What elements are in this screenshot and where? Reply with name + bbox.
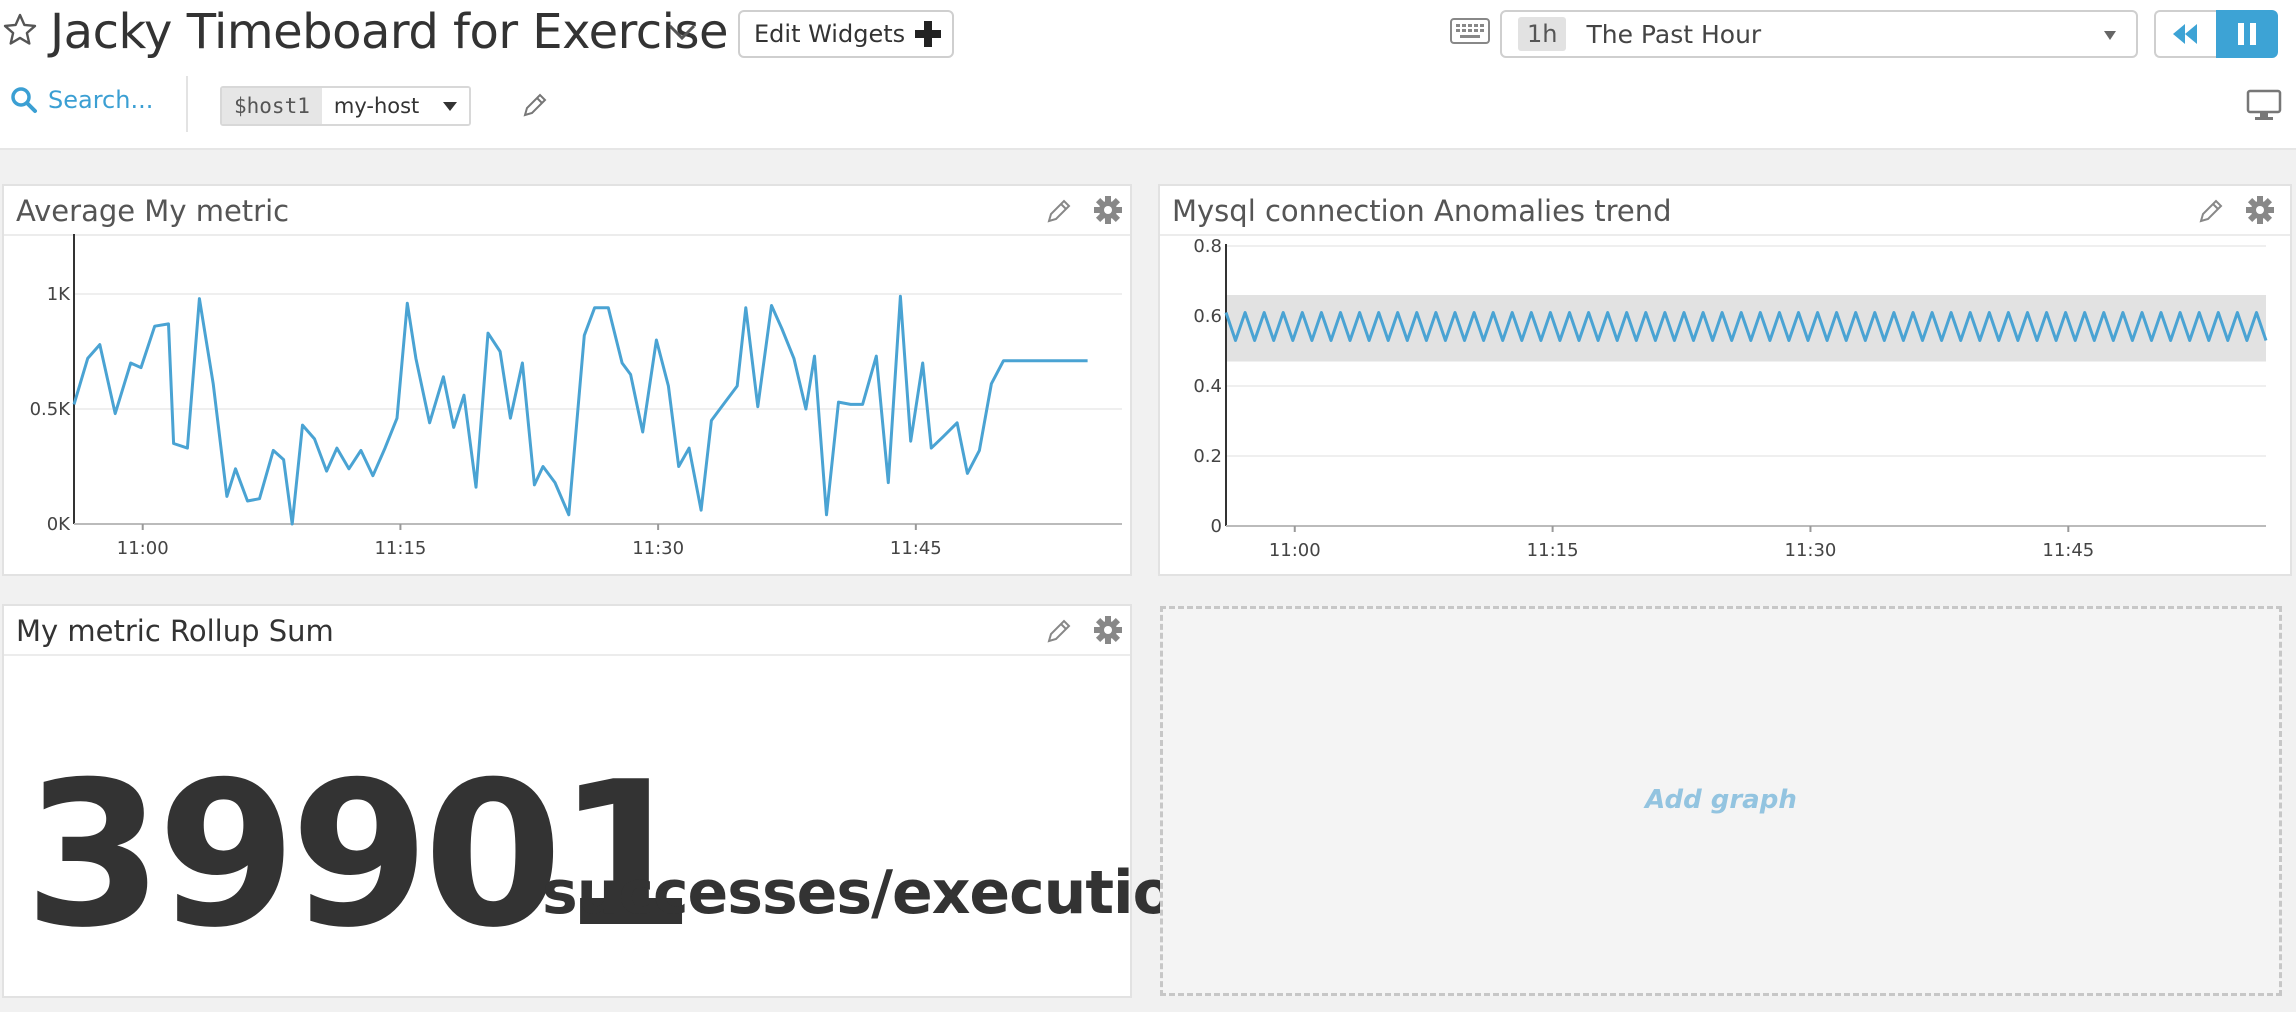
x-tick-label: 11:00	[117, 538, 169, 559]
edit-widgets-button[interactable]: Edit Widgets	[738, 10, 954, 58]
y-tick-label: 0.4	[1193, 376, 1222, 397]
search-icon	[11, 87, 37, 113]
add-graph-placeholder[interactable]: Add graph	[1160, 606, 2282, 996]
series-line	[72, 294, 1088, 526]
search-label: Search...	[48, 86, 154, 114]
y-tick-label: 1K	[47, 284, 71, 305]
widget-average-my-metric: Average My metric 0K 0.5K 1K 11:00 11:15 11:3…	[2, 184, 1132, 576]
y-tick-label: 0.6	[1193, 306, 1222, 327]
rewind-icon	[2173, 24, 2197, 44]
widget-header: My metric Rollup Sum	[4, 606, 1130, 656]
query-value-unit: successes/execution	[542, 858, 1216, 928]
time-range-badge: 1h	[1518, 17, 1567, 51]
chart-svg: 0 0.2 0.4 0.6 0.8 11:00 11:15 11:30 11:45	[1193, 236, 2268, 561]
edit-widgets-label: Edit Widgets	[754, 20, 906, 48]
widget-rollup-sum: My metric Rollup Sum 39901 successes/exe…	[2, 604, 1216, 998]
y-tick-label: 0K	[47, 514, 71, 535]
x-tick-label: 11:45	[2042, 540, 2094, 561]
toolbar-divider	[186, 76, 188, 132]
x-tick-label: 11:00	[1269, 540, 1321, 561]
x-tick-label: 11:45	[890, 538, 942, 559]
dashboard-title: Jacky Timeboard for Exercise	[50, 4, 729, 60]
template-variable: $host1 my-host	[220, 86, 472, 126]
widget-title: My metric Rollup Sum	[16, 614, 334, 648]
y-tick-label: 0.5K	[30, 399, 72, 420]
monitor-icon[interactable]	[2246, 88, 2282, 122]
widget-mysql-anomalies: Mysql connection Anomalies trend 0 0.2 0.4…	[1158, 184, 2292, 576]
rewind-button[interactable]	[2154, 10, 2216, 58]
gear-icon[interactable]	[1092, 614, 1124, 646]
template-variable-value: my-host	[333, 94, 420, 118]
pencil-icon[interactable]	[520, 90, 550, 120]
caret-down-icon	[2104, 31, 2116, 40]
x-tick-label: 11:30	[1785, 540, 1837, 561]
chart-svg: 0K 0.5K 1K 11:00 11:15 11:30 11:45	[30, 234, 1122, 559]
plus-icon	[915, 21, 942, 47]
keyboard-icon[interactable]	[1450, 18, 1490, 44]
y-tick-label: 0	[1211, 516, 1222, 537]
search-button[interactable]: Search...	[10, 86, 153, 114]
time-range-select[interactable]: 1h The Past Hour	[1500, 10, 2138, 58]
y-tick-label: 0.8	[1193, 236, 1222, 257]
star-icon[interactable]	[2, 10, 38, 50]
x-tick-label: 11:15	[1527, 540, 1579, 561]
caret-down-icon	[443, 101, 458, 111]
dashboard-header: Jacky Timeboard for Exercise Edit Widget…	[0, 0, 2296, 150]
y-tick-label: 0.2	[1193, 446, 1222, 467]
pause-button[interactable]	[2216, 10, 2278, 58]
x-tick-label: 11:30	[632, 538, 684, 559]
pause-icon	[2238, 23, 2256, 45]
template-variable-name: $host1	[222, 88, 322, 124]
x-tick-label: 11:15	[374, 538, 426, 559]
template-variable-select[interactable]: my-host	[321, 88, 470, 124]
time-range-label: The Past Hour	[1586, 19, 1762, 49]
chevron-down-icon[interactable]	[666, 18, 698, 46]
add-graph-label: Add graph	[1645, 785, 1797, 815]
pencil-icon[interactable]	[1044, 616, 1074, 646]
